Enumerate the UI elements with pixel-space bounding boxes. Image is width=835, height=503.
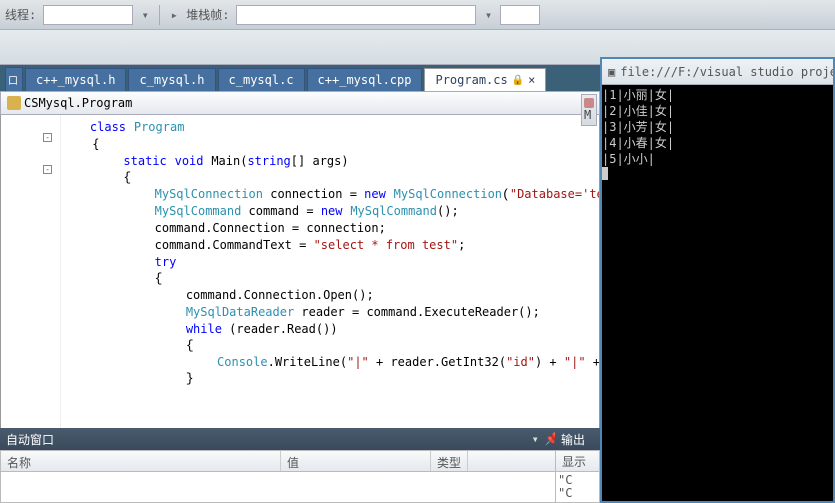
navigation-bar: CSMysql.Program ▾ [0,91,600,115]
autos-columns: 名称 值 类型 [0,450,579,472]
tab-label: Program.cs [435,73,507,87]
editor-tabs: 口 c++_mysql.h c_mysql.h c_mysql.c c++_my… [0,65,600,91]
class-name: CSMysql.Program [24,96,132,110]
output-show-label: 显示 [555,450,600,472]
console-titlebar[interactable]: ▣ file:///F:/visual studio project/CSMys [602,59,833,85]
tab-c-mysql-h[interactable]: c_mysql.h [128,68,215,91]
code-editor[interactable]: - - class Program { static void Main(str… [0,115,600,481]
tab-cpp-mysql-h[interactable]: c++_mysql.h [25,68,126,91]
tab-program-cs[interactable]: Program.cs 🔒 × [424,68,546,91]
separator [159,5,160,25]
close-icon[interactable]: × [528,73,535,87]
tab-cpp-mysql-cpp[interactable]: c++_mysql.cpp [307,68,423,91]
output-text[interactable]: "C "C [555,472,600,503]
lock-icon: 🔒 [512,75,524,86]
class-icon [7,96,21,110]
autos-grid[interactable] [0,472,579,503]
app-icon: ▣ [608,65,615,79]
member-icon [584,98,594,108]
col-name[interactable]: 名称 [1,451,281,471]
autos-pane: 自动窗口 ▾ 📌 × 名称 值 类型 [0,428,579,503]
autos-title: 自动窗口 [6,431,54,448]
small-combo[interactable] [500,5,540,25]
dropdown-icon[interactable]: ▾ [137,7,153,23]
cursor [602,167,608,180]
thread-combo[interactable] [43,5,133,25]
console-window: ▣ file:///F:/visual studio project/CSMys… [600,57,835,503]
output-header[interactable]: 输出 [555,428,600,450]
code-content[interactable]: class Program { static void Main(string[… [61,115,599,480]
editor-margin: - - [1,115,61,480]
col-value[interactable]: 值 [281,451,431,471]
autos-header[interactable]: 自动窗口 ▾ 📌 × [0,428,579,450]
class-selector[interactable]: CSMysql.Program [7,96,586,110]
dropdown-icon[interactable]: ▾ [532,432,539,446]
stack-label: 堆栈帧: [186,6,229,23]
outline-toggle[interactable]: - [43,133,52,142]
flag-icon[interactable]: ▸ [166,7,182,23]
tab-overflow[interactable]: 口 [5,67,23,91]
debug-toolbar: 线程: ▾ ▸ 堆栈帧: ▾ [0,0,835,30]
dropdown-icon[interactable]: ▾ [480,7,496,23]
outline-toggle[interactable]: - [43,165,52,174]
console-output[interactable]: |1|小丽|女| |2|小佳|女| |3|小芳|女| |4|小春|女| |5|小… [602,85,833,501]
member-dropdown-collapsed[interactable]: M [581,94,597,126]
stack-combo[interactable] [236,5,476,25]
tab-c-mysql-c[interactable]: c_mysql.c [218,68,305,91]
col-type[interactable]: 类型 [431,451,468,471]
output-pane: 输出 显示 "C "C [555,428,600,503]
thread-label: 线程: [5,6,36,23]
console-path: file:///F:/visual studio project/CSMys [620,65,833,79]
